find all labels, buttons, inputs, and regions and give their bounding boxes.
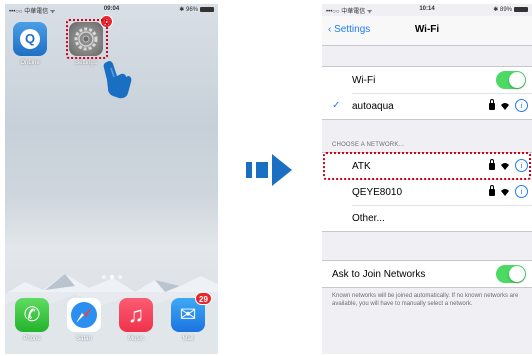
battery-indicator: ✱ 89% [493,6,528,13]
network-row-qeye8010[interactable]: QEYE8010 i [322,179,532,205]
ask-join-row: Ask to Join Networks [322,261,532,287]
navigation-bar: ‹ Settings Wi-Fi [322,16,532,46]
network-name: QEYE8010 [352,187,403,198]
next-step-arrow-icon [246,154,292,186]
connected-network-row[interactable]: ✓ autoaqua i [322,93,532,119]
online-app-icon[interactable]: Q [13,22,47,56]
battery-icon [200,6,214,12]
mail-badge: 29 [195,292,212,305]
status-bar: •••○○ 中華電信 ᯤ 09:04 ✱ 96% [5,4,218,16]
status-bar: •••○○ 中華電信 ᯤ 10:14 ✱ 89% [322,4,532,16]
battery-icon [514,6,528,12]
tap-hand-icon [103,60,132,99]
lock-icon [489,185,495,196]
app-online[interactable]: Q OnLine [13,22,47,66]
app-label-phone: Phone [23,336,41,342]
settings-highlight-box [66,19,108,59]
battery-text: ✱ 96% [179,7,198,13]
music-app-icon[interactable]: ♫ [119,298,153,332]
network-icons: i [489,185,528,198]
app-safari[interactable]: Safari [67,298,101,342]
wifi-toggle-row: Wi-Fi [322,67,532,93]
page-title: Wi-Fi [414,24,440,35]
wifi-settings-screen: •••○○ 中華電信 ᯤ 10:14 ✱ 89% ‹ Settings Wi-F… [322,4,532,354]
battery-text: ✱ 89% [493,7,512,13]
wifi-group: Wi-Fi ✓ autoaqua i [322,66,532,120]
page-dot-active [109,275,114,279]
app-phone[interactable]: ✆ Phone [15,298,49,342]
network-row-other[interactable]: Other... [322,205,532,231]
wifi-signal-icon [501,102,509,110]
app-label-settings: Settings [75,60,97,66]
wifi-signal-icon [501,188,509,196]
dock: ✆ Phone Safari ♫ Music ✉ Mail 29 [5,292,218,354]
app-label-music: Music [128,336,144,342]
ask-join-toggle[interactable] [496,265,526,283]
ask-join-group: Ask to Join Networks [322,260,532,288]
checkmark-icon: ✓ [332,100,341,111]
phone-app-icon[interactable]: ✆ [15,298,49,332]
app-label-online: OnLine [20,60,40,66]
lock-icon [489,99,495,110]
ask-join-label: Ask to Join Networks [332,269,426,280]
battery-indicator: ✱ 96% [179,6,214,13]
page-dot [117,275,122,279]
ask-join-footnote: Known networks will be joined automatica… [332,293,519,307]
network-name: autoaqua [352,101,394,112]
app-music[interactable]: ♫ Music [119,298,153,342]
q-logo-icon: Q [20,29,40,49]
atk-highlight-box [323,152,531,180]
handset-icon: ✆ [23,304,41,326]
wifi-label: Wi-Fi [352,75,376,86]
app-label-mail: Mail [182,336,194,342]
info-button[interactable]: i [515,99,528,112]
music-note-icon: ♫ [127,302,145,327]
app-label-safari: Safari [76,336,92,342]
wifi-toggle[interactable] [496,71,526,89]
info-button[interactable]: i [515,185,528,198]
network-icons: i [489,99,528,112]
envelope-icon: ✉ [179,304,197,326]
page-indicator [5,266,218,284]
page-dot [101,275,106,279]
choose-network-header: CHOOSE A NETWORK... [332,142,405,148]
home-screen: •••○○ 中華電信 ᯤ 09:04 ✱ 96% Q OnLine Settin… [5,4,218,354]
network-name: Other... [352,213,385,224]
safari-app-icon[interactable] [67,298,101,332]
compass-icon [71,302,97,328]
